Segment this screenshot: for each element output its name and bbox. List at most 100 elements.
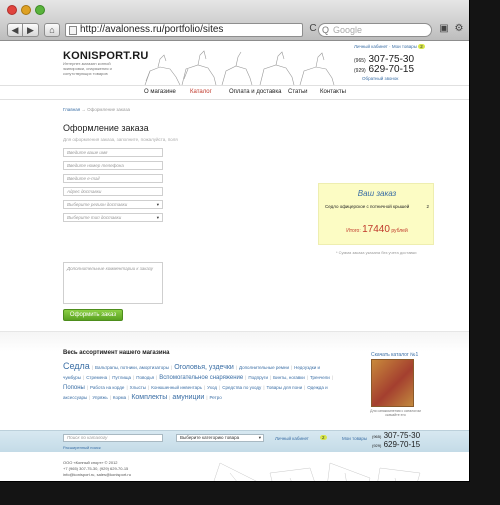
form-hint: Для оформления заказа, заполните, пожалу… [63, 137, 178, 142]
close-window-button[interactable] [7, 5, 17, 15]
menu-item-articles[interactable]: Статьи [288, 89, 307, 95]
footer-cart-badge: 2 [320, 435, 327, 440]
category-select-value: Выберите категорию товара [180, 435, 240, 440]
tag-separator: | [171, 365, 173, 370]
footer-copyright: ООО «Конный спорт» © 2012 +7 (965) 307-7… [63, 460, 131, 478]
header-cabinet-text: Личный кабинет · Мои товары [354, 44, 418, 49]
catalog-tag[interactable]: Корма [113, 395, 126, 400]
cart-count-badge: 2 [418, 44, 425, 49]
order-total-currency: рублей [391, 228, 408, 234]
footer-phone-1: (965) 307-75-30 [372, 431, 420, 440]
zoom-window-button[interactable] [35, 5, 45, 15]
download-catalog-link[interactable]: Скачать каталог №1 [371, 352, 418, 358]
tag-separator: | [109, 375, 111, 380]
chevron-down-icon: ▾ [258, 435, 261, 440]
advanced-search-link[interactable]: Расширенный поиск [63, 445, 101, 450]
catalog-tag[interactable]: Товары для пони [266, 385, 302, 390]
catalog-caption: Для ознакомления с каталогом скачайте ег… [370, 409, 421, 417]
catalog-tag[interactable]: Упряжь [92, 395, 107, 400]
tag-separator: | [306, 375, 308, 380]
main-menu: О магазине Каталог Оплата и доставка Ста… [0, 85, 469, 100]
catalog-tag[interactable]: Подпруги [248, 375, 268, 380]
footer-phone1-code: (965) [372, 434, 382, 439]
catalog-tag[interactable]: Комплекты [131, 394, 167, 401]
comment-textarea[interactable]: Дополнительные комментарии к заказу [63, 262, 163, 304]
phone-field[interactable]: Введите номер телефона [63, 161, 163, 170]
submit-order-button[interactable]: Оформить заказ [63, 309, 123, 321]
delivery-type-select[interactable]: Выберите тип доставки ▾ [63, 213, 163, 222]
catalog-tag[interactable]: Поводья [136, 375, 154, 380]
catalog-tag[interactable]: амуниции [172, 394, 204, 401]
footer-emails[interactable]: info@konisport.ru, sales@konisport.ru [63, 472, 131, 478]
tag-separator: | [245, 375, 247, 380]
catalog-tag[interactable]: Седла [63, 361, 90, 371]
catalog-tag[interactable]: Тренчели [310, 375, 330, 380]
catalog-title: Весь ассортимент нашего магазина [63, 350, 170, 356]
tag-separator: | [126, 385, 128, 390]
tag-separator: | [331, 375, 333, 380]
browser-search-input[interactable]: Q Google [318, 23, 432, 37]
address-field[interactable]: Адрес доставки [63, 187, 163, 196]
address-bar[interactable]: http://avaloness.ru/portfolio/sites [65, 23, 303, 37]
catalog-tag[interactable]: Вальтрапы, потники, амортизаторы [95, 365, 169, 370]
breadcrumb-separator: → [81, 107, 86, 112]
tag-separator: | [235, 365, 237, 370]
web-page: KONISPORT.RU Интернет-магазин конной эки… [0, 41, 469, 482]
tag-separator: | [219, 385, 221, 390]
footer-cabinet-link[interactable]: Личный кабинет [275, 436, 309, 441]
minimize-window-button[interactable] [21, 5, 31, 15]
url-text: http://avaloness.ru/portfolio/sites [80, 24, 224, 35]
catalog-tag[interactable]: Ретро [209, 395, 221, 400]
catalog-tag[interactable]: Уход [207, 385, 217, 390]
catalog-cover-image[interactable] [371, 359, 414, 407]
chevron-down-icon: ▾ [156, 202, 159, 207]
menu-item-contacts[interactable]: Контакты [320, 89, 346, 95]
menu-item-delivery[interactable]: Оплата и доставка [229, 89, 281, 95]
tag-separator: | [148, 385, 150, 390]
gear-icon[interactable]: ⚙ [452, 23, 466, 37]
tag-separator: | [133, 375, 135, 380]
menu-item-catalog[interactable]: Каталог [190, 89, 212, 95]
catalog-tag[interactable]: Оголовья, уздечки [174, 364, 234, 371]
breadcrumb-current: Оформление заказа [87, 107, 131, 112]
social-links: f B t [63, 481, 99, 482]
order-summary: Ваш заказ Седло офицерское с потничной к… [318, 183, 434, 245]
catalog-tag[interactable]: Хлысты [130, 385, 146, 390]
order-item-qty: 2 [426, 204, 429, 209]
back-button[interactable]: ◀ [7, 23, 23, 37]
email-field[interactable]: Введите e-mail [63, 174, 163, 183]
forward-button[interactable]: ▶ [23, 23, 39, 37]
catalog-tag[interactable]: Конюшенный инвентарь [151, 385, 202, 390]
footer-goods-link[interactable]: Мои товары [342, 436, 367, 441]
catalog-tag[interactable]: Работа на корде [90, 385, 124, 390]
tag-separator: | [169, 395, 171, 400]
footer-search-input[interactable]: Поиск по каталогу [63, 434, 163, 442]
catalog-tag[interactable]: Бинты, ногавки [273, 375, 305, 380]
tag-separator: | [304, 385, 306, 390]
home-button[interactable]: ⌂ [44, 23, 60, 37]
order-note: * Сумма заказа указана без учета доставк… [336, 250, 417, 255]
breadcrumb-home[interactable]: Главная [63, 107, 80, 112]
header-cabinet-link[interactable]: Личный кабинет · Мои товары 2 [354, 44, 425, 49]
name-field[interactable]: Введите ваше имя [63, 148, 163, 157]
breadcrumb: Главная → Оформление заказа [63, 107, 130, 112]
tag-separator: | [203, 385, 206, 390]
menu-item-about[interactable]: О магазине [144, 89, 176, 95]
catalog-tag[interactable]: Стремена [86, 375, 107, 380]
catalog-tag[interactable]: Попоны [63, 385, 85, 391]
catalog-tag[interactable]: Дополнительные ремни [239, 365, 289, 370]
page-title: Оформление заказа [63, 123, 149, 133]
catalog-tag[interactable]: Средства по уходу [222, 385, 261, 390]
tag-separator: | [91, 365, 93, 370]
page-menu-icon[interactable]: ▣ [437, 23, 451, 37]
riders-illustration [144, 50, 335, 86]
footer-sketch-illustration [213, 462, 421, 481]
chevron-down-icon: ▾ [156, 215, 159, 220]
catalog-tag[interactable]: Путлища [112, 375, 131, 380]
category-select[interactable]: Выберите категорию товара ▾ [176, 434, 264, 442]
callback-link[interactable]: Обратный звонок [362, 76, 398, 81]
tag-separator: | [290, 365, 293, 370]
region-select[interactable]: Выберите регион доставки ▾ [63, 200, 163, 209]
order-item-name[interactable]: Седло офицерское с потничной крышей [325, 204, 409, 209]
catalog-tag[interactable]: Вспомогательное снаряжение [159, 375, 243, 381]
